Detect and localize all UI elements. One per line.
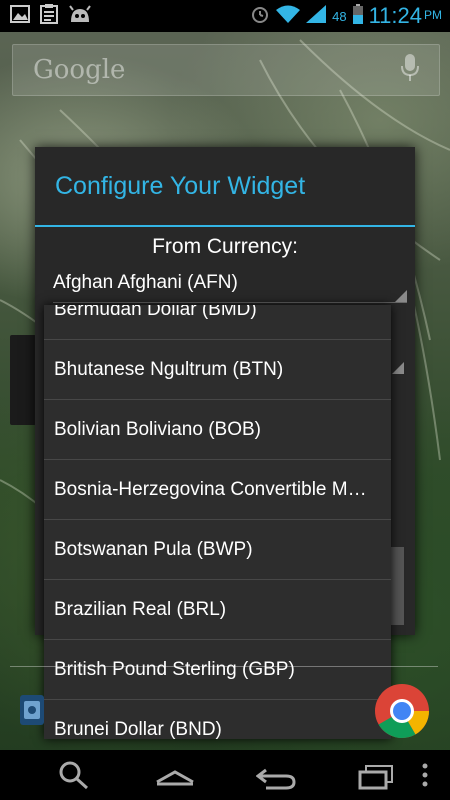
google-search-bar[interactable]: Google bbox=[12, 44, 440, 96]
from-currency-spinner[interactable]: Afghan Afghani (AFN) bbox=[53, 272, 407, 303]
app-icon[interactable] bbox=[18, 685, 46, 740]
recent-apps-icon[interactable] bbox=[356, 760, 396, 794]
clock-ampm: PM bbox=[424, 8, 442, 22]
list-item[interactable]: Bolivian Boliviano (BOB) bbox=[44, 400, 391, 460]
back-icon[interactable] bbox=[255, 760, 296, 794]
from-currency-label: From Currency: bbox=[152, 235, 298, 258]
dock-divider bbox=[10, 666, 438, 667]
list-item[interactable]: Bosnia-Herzegovina Convertible M… bbox=[44, 460, 391, 520]
list-item[interactable]: Brunei Dollar (BND) bbox=[44, 700, 391, 740]
navigation-bar bbox=[0, 750, 450, 800]
gallery-icon bbox=[10, 5, 30, 27]
cyanogen-icon bbox=[68, 5, 92, 27]
background-widget-edge bbox=[10, 335, 36, 425]
search-placeholder: Google bbox=[33, 55, 126, 85]
battery-percent: 48 bbox=[332, 8, 347, 24]
list-item[interactable]: Bermudan Dollar (BMD) bbox=[44, 305, 391, 340]
wifi-icon bbox=[276, 5, 301, 27]
alarm-icon bbox=[250, 4, 270, 28]
microphone-icon[interactable] bbox=[401, 54, 419, 86]
dialog-title: Configure Your Widget bbox=[35, 147, 415, 227]
to-currency-spinner-arrow-icon[interactable] bbox=[392, 362, 404, 374]
selected-currency: Afghan Afghani (AFN) bbox=[53, 272, 238, 293]
signal-icon bbox=[306, 5, 327, 27]
clock-time: 11:24 bbox=[368, 3, 422, 28]
list-item[interactable]: Bhutanese Ngultrum (BTN) bbox=[44, 340, 391, 400]
list-item[interactable]: British Pound Sterling (GBP) bbox=[44, 640, 391, 700]
list-item[interactable]: Botswanan Pula (BWP) bbox=[44, 520, 391, 580]
search-icon[interactable] bbox=[58, 760, 90, 794]
home-icon[interactable] bbox=[155, 760, 195, 794]
spinner-arrow-icon bbox=[395, 290, 407, 302]
menu-icon[interactable] bbox=[420, 760, 430, 794]
battery-icon bbox=[352, 4, 363, 28]
list-item[interactable]: Brazilian Real (BRL) bbox=[44, 580, 391, 640]
chrome-icon[interactable] bbox=[374, 683, 430, 743]
currency-dropdown[interactable]: Bermudan Dollar (BMD) Bhutanese Ngultrum… bbox=[44, 305, 391, 739]
dialog-scroll-strip bbox=[390, 547, 404, 625]
clipboard-icon bbox=[40, 4, 58, 28]
status-bar: 48 11:24 PM bbox=[0, 0, 450, 32]
